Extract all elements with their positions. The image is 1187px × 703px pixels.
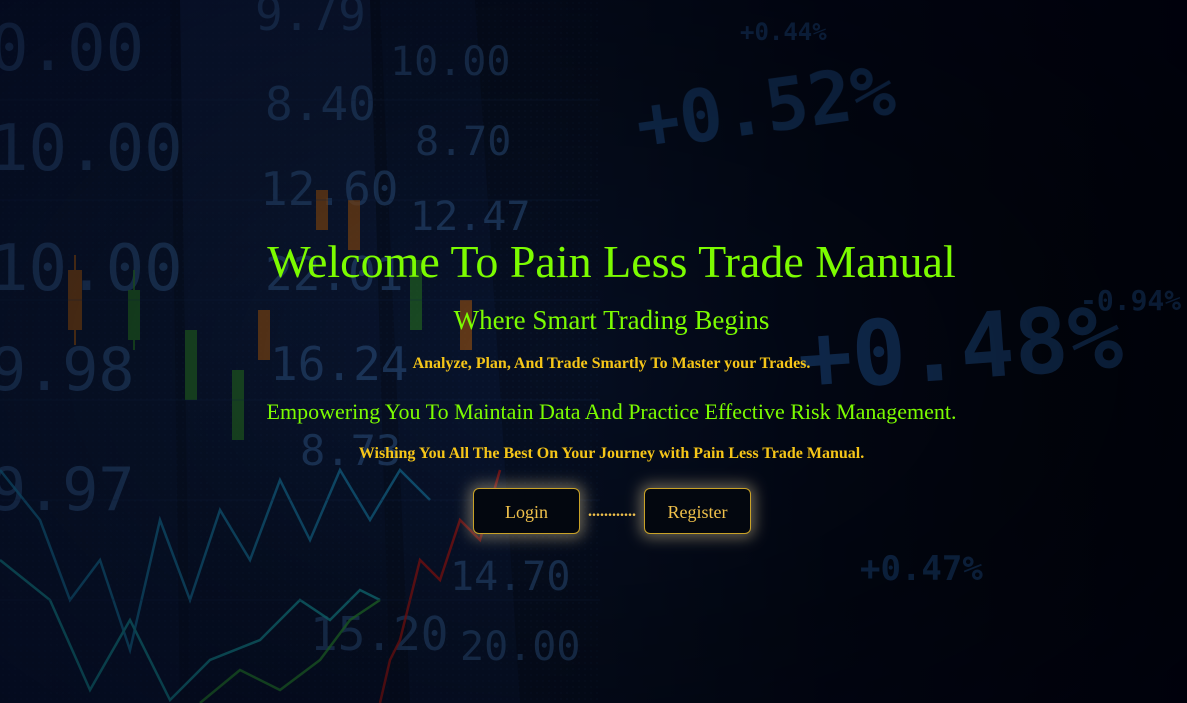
login-button[interactable]: Login [473,488,580,534]
landing-page: 0.00 9.79 8.40 12.60 22.01 16.24 8.73 10… [0,0,1187,703]
subtitle-analyze: Analyze, Plan, And Trade Smartly To Mast… [412,355,811,372]
tagline: Where Smart Trading Begins [453,305,770,335]
button-separator: ............ [588,503,636,520]
page-title: Welcome To Pain Less Trade Manual [267,236,956,287]
hero-section: Welcome To Pain Less Trade Manual Where … [0,0,1187,703]
subtitle-empowering: Empowering You To Maintain Data And Prac… [266,399,957,424]
subtitle-wishing: Wishing You All The Best On Your Journey… [358,445,865,462]
register-button[interactable]: Register [644,488,751,534]
